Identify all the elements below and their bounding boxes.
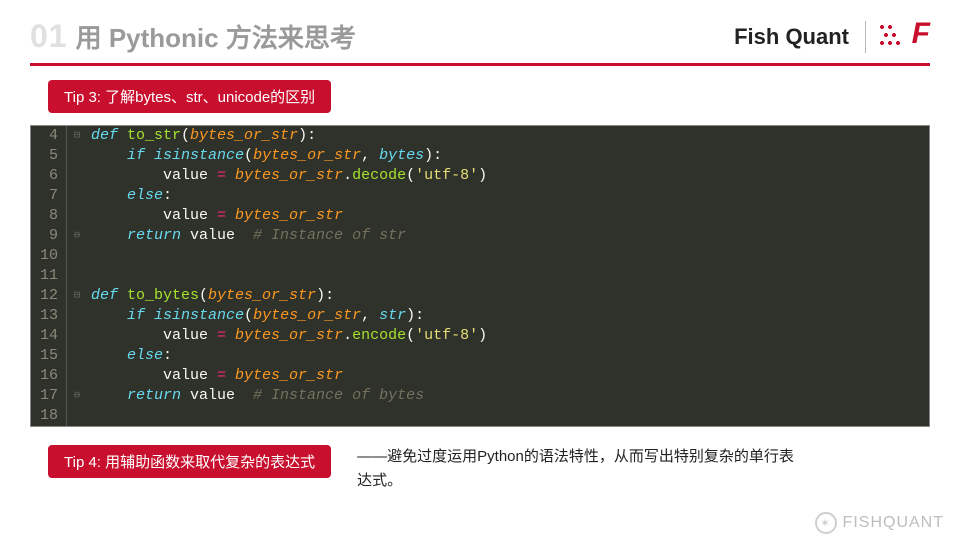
code-line: 4⊟def to_str(bytes_or_str): (31, 126, 929, 146)
tip4-row: Tip 4: 用辅助函数来取代复杂的表达式 ——避免过度运用Python的语法特… (30, 445, 930, 493)
header-rule (30, 63, 930, 66)
code-line: 12⊟def to_bytes(bytes_or_str): (31, 286, 929, 306)
code-block: 4⊟def to_str(bytes_or_str):5 if isinstan… (30, 125, 930, 427)
code-line: 14 value = bytes_or_str.encode('utf-8') (31, 326, 929, 346)
chapter-number: 01 (30, 18, 68, 55)
code-line: 5 if isinstance(bytes_or_str, bytes): (31, 146, 929, 166)
code-line: 9⊖ return value # Instance of str (31, 226, 929, 246)
code-line: 18 (31, 406, 929, 426)
code-line: 6 value = bytes_or_str.decode('utf-8') (31, 166, 929, 186)
tip4-badge: Tip 4: 用辅助函数来取代复杂的表达式 (48, 445, 331, 478)
code-line: 10 (31, 246, 929, 266)
code-line: 7 else: (31, 186, 929, 206)
chapter-title: 用 Pythonic 方法来思考 (76, 18, 356, 55)
code-line: 11 (31, 266, 929, 286)
code-line: 15 else: (31, 346, 929, 366)
watermark-text: FISHQUANT (843, 514, 944, 532)
tip3-badge: Tip 3: 了解bytes、str、unicode的区别 (48, 80, 331, 113)
slide-header: 01 用 Pythonic 方法来思考 Fish Quant F (0, 0, 960, 63)
wechat-icon: ✶ (815, 512, 837, 534)
code-line: 8 value = bytes_or_str (31, 206, 929, 226)
brand-name: Fish Quant (734, 24, 849, 50)
watermark: ✶ FISHQUANT (815, 512, 944, 534)
tip4-description: ——避免过度运用Python的语法特性，从而写出特别复杂的单行表达式。 (357, 445, 797, 493)
code-line: 17⊖ return value # Instance of bytes (31, 386, 929, 406)
code-line: 13 if isinstance(bytes_or_str, str): (31, 306, 929, 326)
code-line: 16 value = bytes_or_str (31, 366, 929, 386)
brand-block: Fish Quant F (734, 21, 930, 53)
brand-divider (865, 21, 866, 53)
brand-logo-icon: F (882, 21, 930, 53)
